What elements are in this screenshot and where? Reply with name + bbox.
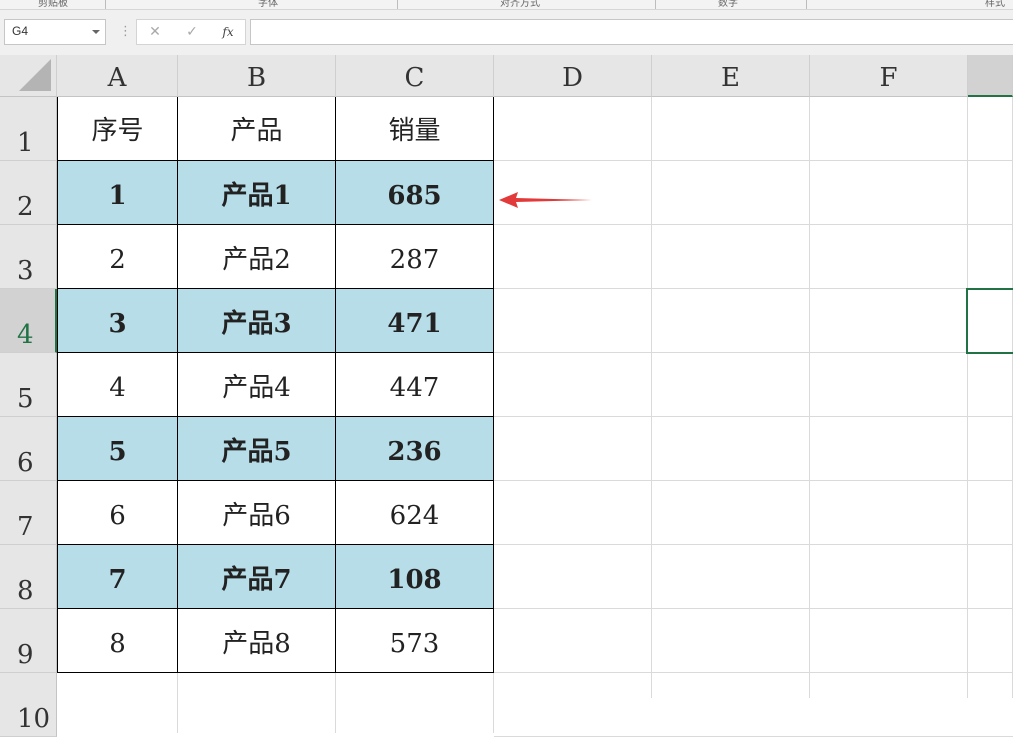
gridline [494,224,1013,225]
name-box[interactable]: G4 [4,19,106,45]
gridline [493,673,494,733]
table-cell[interactable]: 236 [336,417,494,481]
column-header-a[interactable]: A [57,55,178,97]
table-header-cell[interactable]: 产品 [178,97,336,161]
table-cell[interactable]: 685 [336,161,494,225]
table-header-cell[interactable]: 销量 [336,97,494,161]
spreadsheet-grid: A B C D E F G 12345678910 序号产品销量1产品16852… [0,55,1013,737]
gridline [494,480,1013,481]
gridline [494,352,1013,353]
table-cell[interactable]: 573 [336,609,494,673]
ribbon-group-font: 字体 [258,0,278,9]
table-cell[interactable]: 产品2 [178,225,336,289]
ribbon-group-number: 数字 [718,0,738,9]
row-number: 9 [17,640,34,670]
ribbon-group-styles: 样式 [985,0,1005,9]
table-cell[interactable]: 287 [336,225,494,289]
row-header-2[interactable]: 2 [0,161,57,225]
ribbon-divider [105,0,106,9]
name-box-value: G4 [12,24,29,38]
row-number: 10 [17,704,51,734]
formula-input[interactable] [250,19,1013,45]
row-number: 4 [17,320,34,350]
row-number: 8 [17,576,34,606]
ribbon-group-alignment: 对齐方式 [500,0,540,9]
table-cell[interactable]: 6 [57,481,178,545]
ribbon-divider [397,0,398,9]
gridline [177,673,178,733]
select-all-triangle-icon [19,59,51,91]
row-header-6[interactable]: 6 [0,417,57,481]
formula-buttons: ✕ ✓ fx [136,19,246,45]
table-cell[interactable]: 产品4 [178,353,336,417]
row-number: 6 [17,448,34,478]
ribbon-group-clipboard: 剪贴板 [38,0,68,9]
table-cell[interactable]: 2 [57,225,178,289]
table-cell[interactable]: 471 [336,289,494,353]
row-header-8[interactable]: 8 [0,545,57,609]
gridline [494,544,1013,545]
gridline [494,672,1013,673]
table-cell[interactable]: 产品7 [178,545,336,609]
table-cell[interactable]: 4 [57,353,178,417]
row-header-5[interactable]: 5 [0,353,57,417]
row-header-7[interactable]: 7 [0,481,57,545]
row-number: 5 [17,384,34,414]
table-cell[interactable]: 7 [57,545,178,609]
gridline [335,673,336,733]
row-number: 2 [17,192,34,222]
insert-function-icon[interactable]: fx [216,22,240,42]
row-header-3[interactable]: 3 [0,225,57,289]
gridline [494,288,1013,289]
row-header-4[interactable]: 4 [0,289,57,353]
ribbon-strip: 剪贴板 字体 对齐方式 数字 样式 [0,0,1013,10]
column-header-e[interactable]: E [652,55,810,97]
table-cell[interactable]: 产品3 [178,289,336,353]
table-cell[interactable]: 447 [336,353,494,417]
column-header-c[interactable]: C [336,55,494,97]
active-cell-indicator [966,288,1013,354]
row-number: 3 [17,256,34,286]
row-header-9[interactable]: 9 [0,609,57,673]
enter-icon[interactable]: ✓ [180,22,204,42]
ribbon-divider [806,0,807,9]
column-header-b[interactable]: B [178,55,336,97]
red-arrow-shape [499,192,592,208]
table-cell[interactable]: 产品1 [178,161,336,225]
column-header-f[interactable]: F [810,55,968,97]
red-arrow-annotation [499,192,592,208]
table-cell[interactable]: 产品6 [178,481,336,545]
table-header-cell[interactable]: 序号 [57,97,178,161]
cancel-icon[interactable]: ✕ [143,22,167,42]
select-all-button[interactable] [0,55,57,97]
row-header-10[interactable]: 10 [0,673,57,737]
column-header-d[interactable]: D [494,55,652,97]
row-number: 1 [17,128,34,158]
gridline [494,160,1013,161]
table-cell[interactable]: 产品8 [178,609,336,673]
gridline [494,416,1013,417]
table-cell[interactable]: 3 [57,289,178,353]
formula-bar-resize-handle[interactable]: ⋮ [119,25,132,38]
column-header-g[interactable]: G [968,55,1013,97]
table-cell[interactable]: 5 [57,417,178,481]
gridline [494,608,1013,609]
table-cell[interactable]: 8 [57,609,178,673]
table-cell[interactable]: 108 [336,545,494,609]
formula-bar: G4 ⋮ ✕ ✓ fx [0,10,1013,55]
table-cell[interactable]: 1 [57,161,178,225]
table-cell[interactable]: 产品5 [178,417,336,481]
row-number: 7 [17,512,34,542]
table-cell[interactable]: 624 [336,481,494,545]
ribbon-divider [655,0,656,9]
chevron-down-icon[interactable] [92,30,100,34]
row-header-1[interactable]: 1 [0,97,57,161]
